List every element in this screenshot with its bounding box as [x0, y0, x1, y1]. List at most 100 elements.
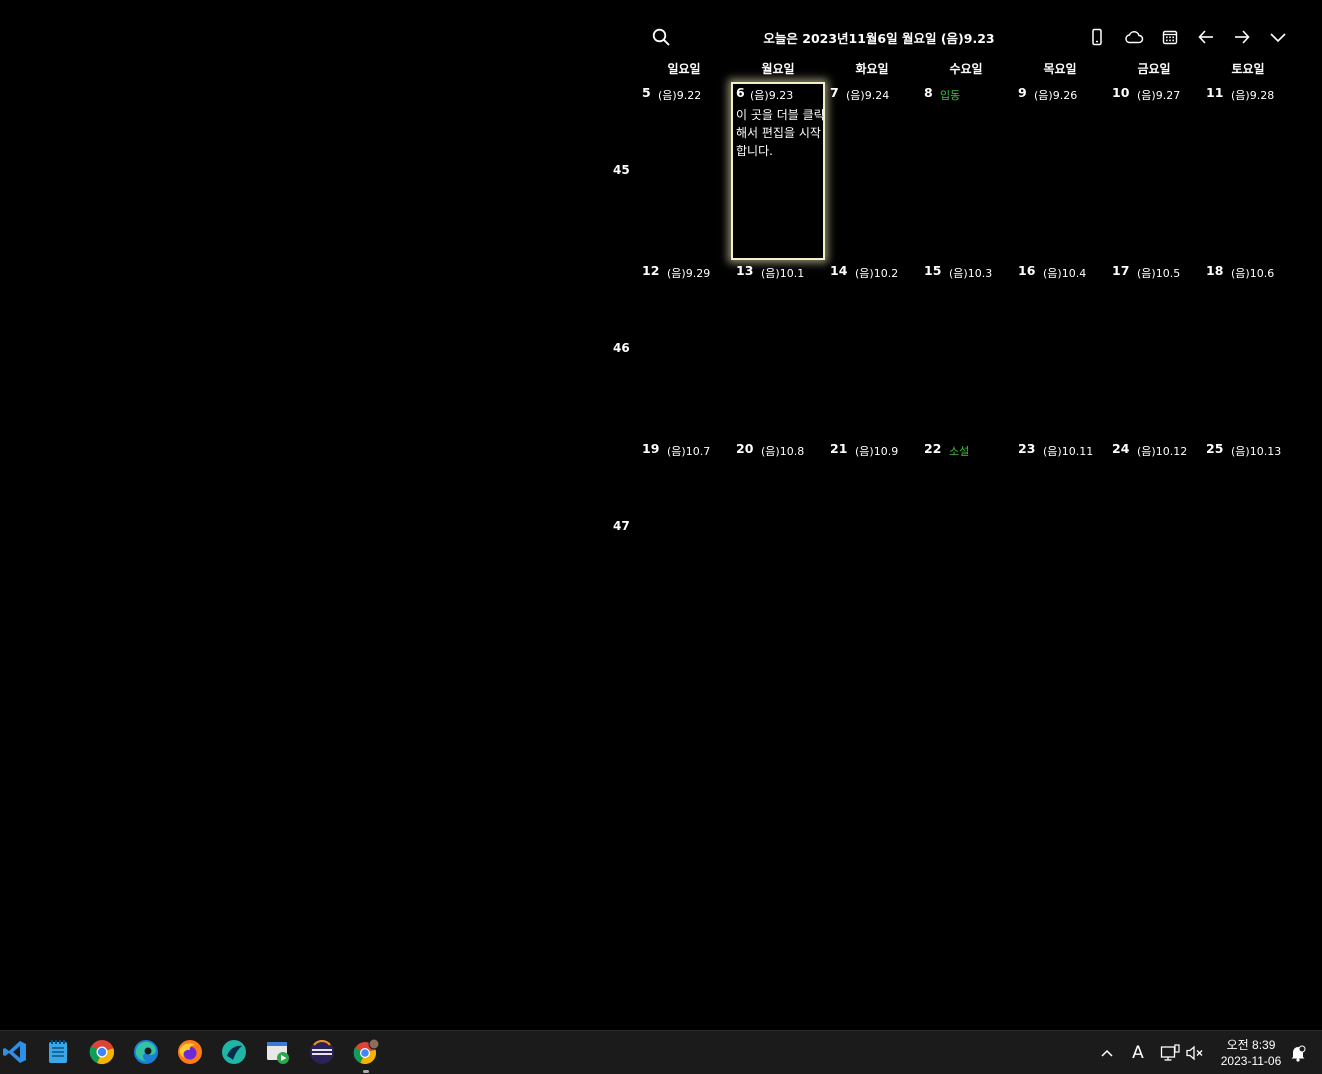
day-cell[interactable]: 24 (음)10.12 [1107, 438, 1201, 616]
lunar-date: (음)9.29 [667, 267, 711, 280]
day-cell[interactable]: 18 (음)10.6 [1201, 260, 1295, 438]
lunar-date: (음)9.22 [658, 89, 702, 102]
day-cell[interactable]: 22 소설 [919, 438, 1013, 616]
chevron-up-icon[interactable] [1096, 1031, 1118, 1074]
chrome-profile-icon[interactable] [351, 1037, 381, 1067]
day-number: 16 [1018, 263, 1036, 278]
chrome-icon[interactable] [87, 1037, 117, 1067]
lunar-date: (음)10.11 [1043, 445, 1094, 458]
day-number: 19 [642, 441, 660, 456]
search-icon[interactable] [648, 24, 674, 50]
day-number: 24 [1112, 441, 1130, 456]
ime-indicator[interactable]: A [1126, 1031, 1150, 1074]
memo-placeholder[interactable]: 이 곳을 더블 클릭해서 편집을 시작합니다. [736, 106, 826, 160]
week-number: 46 [613, 341, 630, 355]
lunar-date: (음)10.13 [1231, 445, 1282, 458]
day-cell-today[interactable]: 6 (음)9.23 이 곳을 더블 클릭해서 편집을 시작합니다. [731, 82, 825, 260]
day-cell[interactable]: 9 (음)9.26 [1013, 82, 1107, 260]
lunar-date: (음)10.4 [1043, 267, 1087, 280]
day-cell[interactable]: 10 (음)9.27 [1107, 82, 1201, 260]
day-cell[interactable]: 13 (음)10.1 [731, 260, 825, 438]
arrow-left-icon[interactable] [1193, 24, 1219, 50]
day-cell[interactable]: 15 (음)10.3 [919, 260, 1013, 438]
day-cell[interactable]: 14 (음)10.2 [825, 260, 919, 438]
weekday-tuesday: 화요일 [855, 62, 889, 76]
today-title: 오늘은 2023년11월6일 월요일 (음)9.23 [763, 31, 995, 46]
lunar-date: (음)10.6 [1231, 267, 1275, 280]
weekday-sunday: 일요일 [667, 62, 701, 76]
weekday-wednesday: 수요일 [949, 62, 983, 76]
day-number: 23 [1018, 441, 1036, 456]
day-cell[interactable]: 20 (음)10.8 [731, 438, 825, 616]
day-number: 9 [1018, 85, 1027, 100]
day-number: 21 [830, 441, 848, 456]
day-number: 15 [924, 263, 942, 278]
solar-term: 소설 [949, 445, 970, 458]
calendar-icon[interactable] [1157, 24, 1183, 50]
day-cell[interactable]: 17 (음)10.5 [1107, 260, 1201, 438]
day-number: 7 [830, 85, 839, 100]
system-clock[interactable]: 오전 8:39 2023-11-06 [1214, 1037, 1288, 1069]
lunar-date: (음)10.5 [1137, 267, 1181, 280]
notepad-icon[interactable] [43, 1037, 73, 1067]
lunar-date: (음)9.27 [1137, 89, 1181, 102]
day-number: 25 [1206, 441, 1224, 456]
lunar-date: (음)10.12 [1137, 445, 1188, 458]
day-number: 22 [924, 441, 942, 456]
windows-taskbar: A 오전 8:39 2023-11-06 [0, 1030, 1322, 1074]
lunar-date: (음)10.1 [761, 267, 805, 280]
lunar-date: (음)10.2 [855, 267, 899, 280]
day-cell[interactable]: 23 (음)10.11 [1013, 438, 1107, 616]
day-cell[interactable]: 25 (음)10.13 [1201, 438, 1295, 616]
calendar-header: 오늘은 2023년11월6일 월요일 (음)9.23 [640, 24, 1300, 52]
lunar-date: (음)9.26 [1034, 89, 1078, 102]
day-number: 5 [642, 85, 651, 100]
day-number: 8 [924, 85, 933, 100]
volume-muted-icon[interactable] [1183, 1031, 1207, 1074]
chevron-down-icon[interactable] [1265, 24, 1291, 50]
firefox-icon[interactable] [175, 1037, 205, 1067]
mobile-icon[interactable] [1084, 24, 1110, 50]
lunar-date: (음)10.7 [667, 445, 711, 458]
weekday-monday: 월요일 [761, 62, 795, 76]
day-cell[interactable]: 8 입동 [919, 82, 1013, 260]
lunar-date: (음)9.24 [846, 89, 890, 102]
day-number: 20 [736, 441, 754, 456]
app-icon[interactable] [219, 1037, 249, 1067]
day-cell[interactable]: 11 (음)9.28 [1201, 82, 1295, 260]
solar-term: 입동 [940, 89, 961, 102]
clock-date: 2023-11-06 [1220, 1054, 1282, 1068]
day-number: 10 [1112, 85, 1130, 100]
arrow-right-icon[interactable] [1229, 24, 1255, 50]
weekday-friday: 금요일 [1137, 62, 1171, 76]
lunar-date: (음)9.28 [1231, 89, 1275, 102]
day-cell[interactable]: 16 (음)10.4 [1013, 260, 1107, 438]
weekday-saturday: 토요일 [1231, 62, 1265, 76]
media-app-icon[interactable] [263, 1037, 293, 1067]
lunar-date: (음)10.3 [949, 267, 993, 280]
day-number: 13 [736, 263, 754, 278]
lunar-date: (음)10.8 [761, 445, 805, 458]
day-cell[interactable]: 5 (음)9.22 [637, 82, 731, 260]
day-number: 18 [1206, 263, 1224, 278]
network-icon[interactable] [1158, 1031, 1182, 1074]
edge-icon[interactable] [131, 1037, 161, 1067]
vscode-icon[interactable] [0, 1037, 30, 1067]
weekday-thursday: 목요일 [1043, 62, 1077, 76]
lunar-date: (음)9.23 [750, 89, 794, 102]
eclipse-icon[interactable] [307, 1037, 337, 1067]
lunar-date: (음)10.9 [855, 445, 899, 458]
day-number: 6 [736, 85, 745, 100]
notification-icon[interactable] [1288, 1031, 1308, 1074]
week-number: 45 [613, 163, 630, 177]
day-number: 12 [642, 263, 660, 278]
day-number: 14 [830, 263, 848, 278]
day-cell[interactable]: 21 (음)10.9 [825, 438, 919, 616]
cloud-icon[interactable] [1121, 24, 1147, 50]
day-cell[interactable]: 12 (음)9.29 [637, 260, 731, 438]
day-cell[interactable]: 19 (음)10.7 [637, 438, 731, 616]
day-number: 11 [1206, 85, 1224, 100]
day-cell[interactable]: 7 (음)9.24 [825, 82, 919, 260]
week-number: 47 [613, 519, 630, 533]
clock-time: 오전 8:39 [1226, 1038, 1276, 1052]
